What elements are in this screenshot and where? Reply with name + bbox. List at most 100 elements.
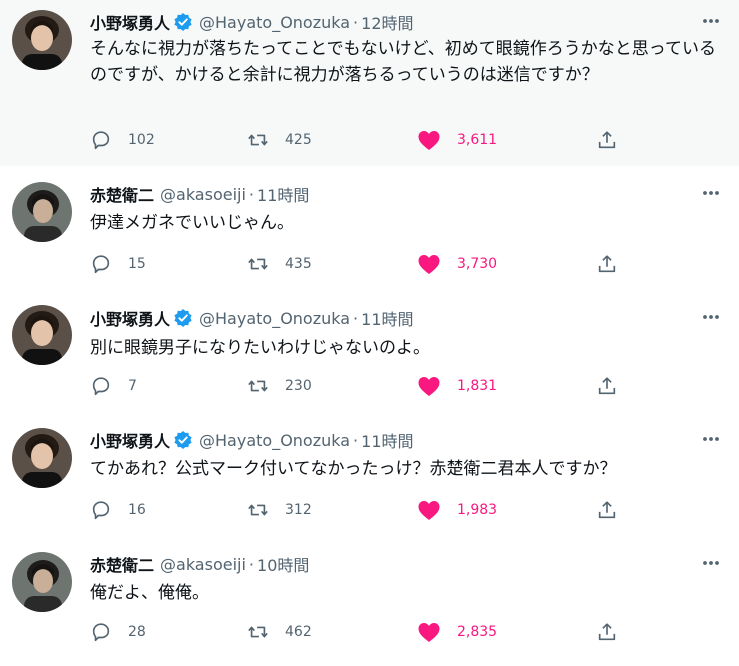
share-upload-icon <box>598 255 616 273</box>
retweet-count: 462 <box>285 624 312 640</box>
like-count: 3,730 <box>457 256 498 272</box>
display-name[interactable]: 小野塚勇人 <box>90 428 170 452</box>
reply-count: 7 <box>128 378 137 394</box>
timestamp[interactable]: 10時間 <box>257 552 309 576</box>
user-handle[interactable]: @Hayato_Onozuka <box>199 309 350 328</box>
speech-bubble-icon <box>92 623 110 642</box>
display-name[interactable]: 小野塚勇人 <box>90 306 170 330</box>
reply-count: 16 <box>128 502 146 518</box>
share-upload-icon <box>598 131 616 149</box>
avatar-onozuka[interactable] <box>12 10 72 70</box>
timestamp[interactable]: 11時間 <box>361 428 413 452</box>
verified-badge-icon <box>173 12 193 32</box>
retweet-arrows-icon <box>248 258 268 270</box>
tweet-header: 赤楚衛二 @akasoeiji · 11時間 <box>90 181 679 207</box>
user-handle[interactable]: @akasoeiji <box>160 185 246 204</box>
tweet-header: 小野塚勇人 @Hayato_Onozuka · 11時間 <box>90 305 679 331</box>
reply-button[interactable]: 7 <box>90 374 137 398</box>
tweet[interactable]: 赤楚衛二 @akasoeiji · 11時間 伊達メガネでいいじゃん。 15 4… <box>0 166 739 290</box>
more-options-icon[interactable] <box>700 428 722 450</box>
tweet-actions: 16 312 1,983 <box>90 498 620 522</box>
more-options-icon[interactable] <box>700 306 722 328</box>
tweet-actions: 15 435 3,730 <box>90 252 620 276</box>
tweet-text: 別に眼鏡男子になりたいわけじゃないのよ。 <box>90 338 430 358</box>
tweet-text: 伊達メガネでいいじゃん。 <box>90 213 294 233</box>
display-name[interactable]: 赤楚衛二 <box>90 552 154 576</box>
speech-bubble-icon <box>92 377 110 396</box>
retweet-button[interactable]: 312 <box>247 498 312 522</box>
reply-count: 102 <box>128 132 155 148</box>
avatar-onozuka[interactable] <box>12 305 72 365</box>
avatar-onozuka[interactable] <box>12 428 72 488</box>
more-options-icon[interactable] <box>700 10 722 32</box>
share-button[interactable] <box>596 252 618 276</box>
tweet[interactable]: 小野塚勇人 @Hayato_Onozuka · 12時間 そんなに視力が落ちたっ… <box>0 0 739 166</box>
retweet-arrows-icon <box>248 626 268 638</box>
reply-count: 28 <box>128 624 146 640</box>
separator-dot: · <box>353 430 359 450</box>
retweet-button[interactable]: 230 <box>247 374 312 398</box>
retweet-count: 230 <box>285 378 312 394</box>
tweet-header: 小野塚勇人 @Hayato_Onozuka · 11時間 <box>90 427 679 453</box>
user-handle[interactable]: @akasoeiji <box>160 555 246 574</box>
like-count: 1,831 <box>457 378 498 394</box>
separator-dot: · <box>353 308 359 328</box>
share-button[interactable] <box>596 374 618 398</box>
filled-heart-icon <box>418 623 440 642</box>
retweet-button[interactable]: 462 <box>247 620 312 644</box>
tweet[interactable]: 小野塚勇人 @Hayato_Onozuka · 11時間 別に眼鏡男子になりたい… <box>0 290 739 412</box>
user-handle[interactable]: @Hayato_Onozuka <box>199 431 350 450</box>
reply-count: 15 <box>128 256 146 272</box>
timestamp[interactable]: 11時間 <box>361 306 413 330</box>
retweet-arrows-icon <box>248 380 268 392</box>
avatar-akaso[interactable] <box>12 182 72 242</box>
like-button[interactable]: 3,730 <box>417 252 497 276</box>
tweet[interactable]: 小野塚勇人 @Hayato_Onozuka · 11時間 てかあれ？公式マーク付… <box>0 412 739 536</box>
more-options-icon[interactable] <box>700 182 722 204</box>
tweet-thread: 小野塚勇人 @Hayato_Onozuka · 12時間 そんなに視力が落ちたっ… <box>0 0 739 666</box>
share-upload-icon <box>598 377 616 395</box>
filled-heart-icon <box>418 255 440 274</box>
avatar-akaso[interactable] <box>12 552 72 612</box>
like-button[interactable]: 3,611 <box>417 128 497 152</box>
tweet[interactable]: 赤楚衛二 @akasoeiji · 10時間 俺だよ、俺俺。 28 462 2,… <box>0 536 739 666</box>
timestamp[interactable]: 12時間 <box>361 10 413 34</box>
tweet-header: 小野塚勇人 @Hayato_Onozuka · 12時間 <box>90 9 679 35</box>
retweet-arrows-icon <box>248 134 268 146</box>
share-upload-icon <box>598 501 616 519</box>
tweet-text: 俺だよ、俺俺。 <box>90 583 209 603</box>
retweet-button[interactable]: 425 <box>247 128 312 152</box>
like-count: 3,611 <box>457 132 498 148</box>
reply-button[interactable]: 102 <box>90 128 155 152</box>
filled-heart-icon <box>418 131 440 150</box>
tweet-actions: 7 230 1,831 <box>90 374 620 398</box>
user-handle[interactable]: @Hayato_Onozuka <box>199 13 350 32</box>
reply-button[interactable]: 16 <box>90 498 146 522</box>
separator-dot: · <box>248 554 255 574</box>
retweet-count: 425 <box>285 132 312 148</box>
filled-heart-icon <box>418 501 440 520</box>
display-name[interactable]: 赤楚衛二 <box>90 182 154 206</box>
separator-dot: · <box>248 184 255 204</box>
share-button[interactable] <box>596 620 618 644</box>
separator-dot: · <box>353 12 359 32</box>
retweet-count: 435 <box>285 256 312 272</box>
verified-badge-icon <box>173 308 193 328</box>
more-options-icon[interactable] <box>700 552 722 574</box>
like-button[interactable]: 2,835 <box>417 620 497 644</box>
tweet-actions: 28 462 2,835 <box>90 620 620 644</box>
filled-heart-icon <box>418 377 440 396</box>
timestamp[interactable]: 11時間 <box>257 182 309 206</box>
reply-button[interactable]: 15 <box>90 252 146 276</box>
reply-button[interactable]: 28 <box>90 620 146 644</box>
like-button[interactable]: 1,831 <box>417 374 497 398</box>
like-button[interactable]: 1,983 <box>417 498 497 522</box>
display-name[interactable]: 小野塚勇人 <box>90 10 170 34</box>
retweet-button[interactable]: 435 <box>247 252 312 276</box>
retweet-count: 312 <box>285 502 312 518</box>
share-button[interactable] <box>596 128 618 152</box>
tweet-text: そんなに視力が落ちたってことでもないけど、初めて眼鏡作ろうかなと思っているのです… <box>90 39 716 85</box>
share-button[interactable] <box>596 498 618 522</box>
like-count: 2,835 <box>457 624 498 640</box>
speech-bubble-icon <box>92 131 110 150</box>
